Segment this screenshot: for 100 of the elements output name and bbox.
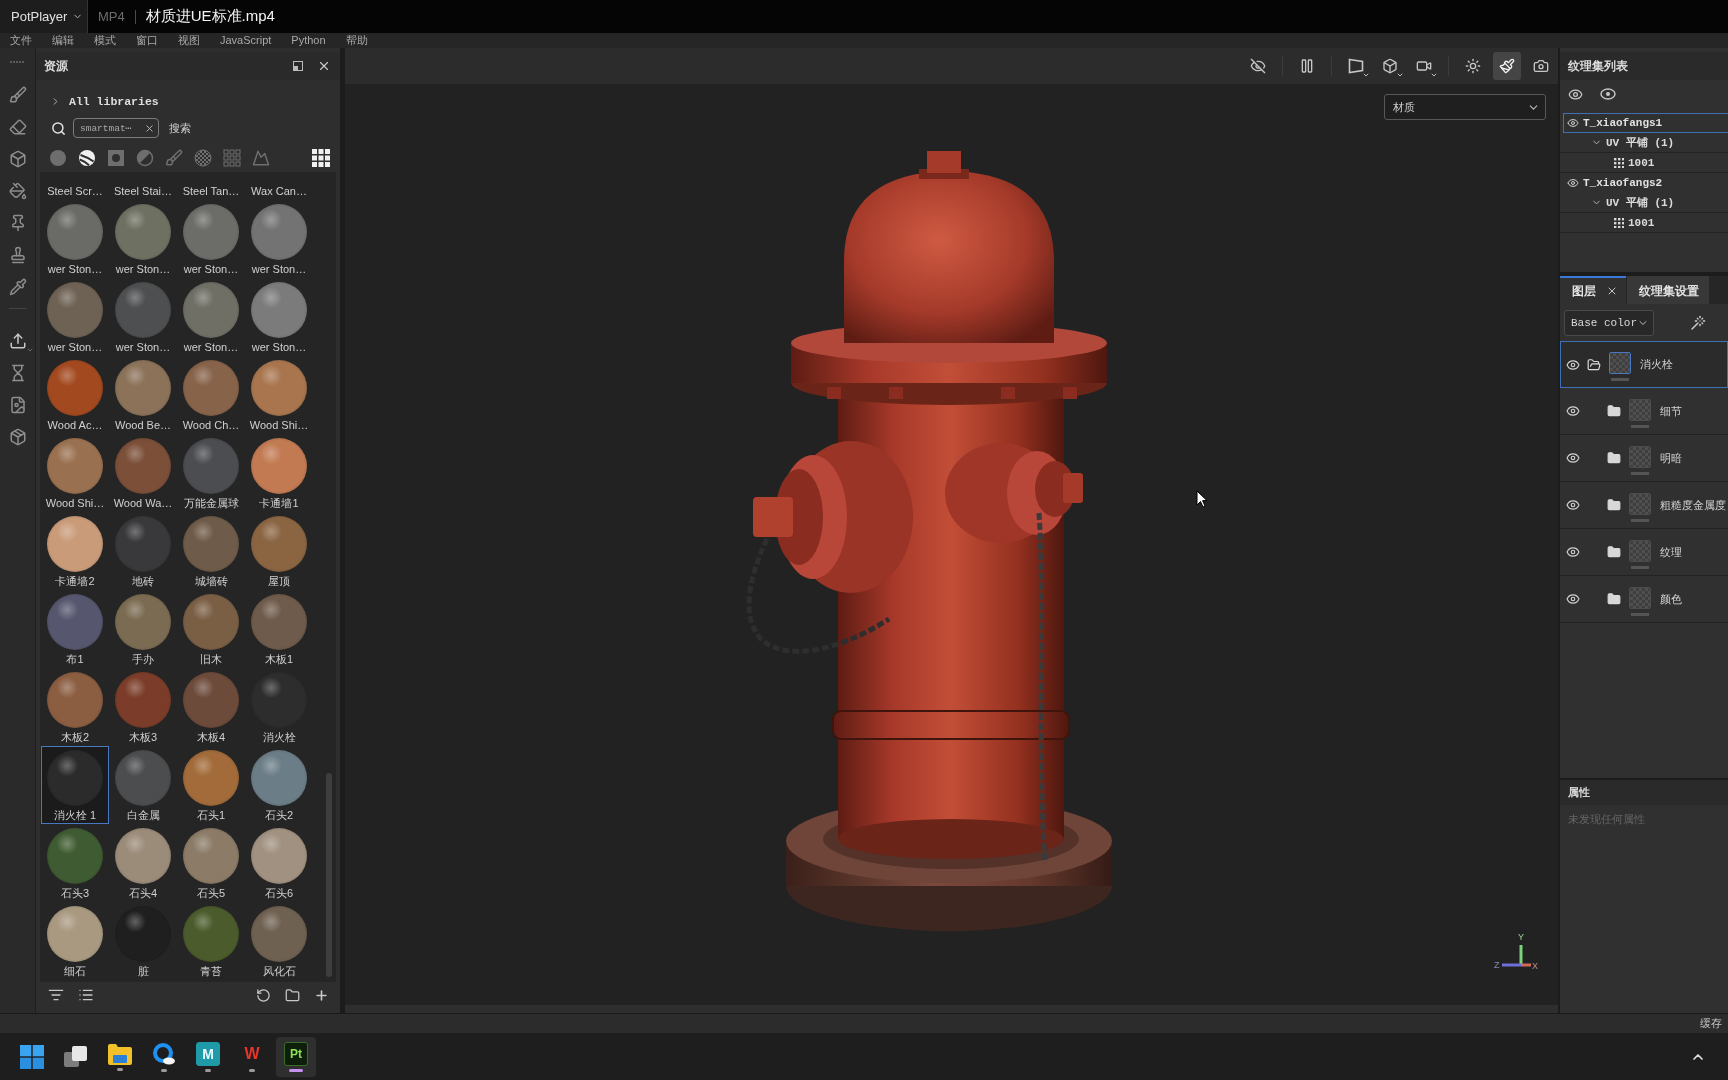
material-tile[interactable]: wer Ston… bbox=[109, 278, 177, 356]
material-tile[interactable]: 消火栓 bbox=[245, 668, 313, 746]
material-tile[interactable]: wer Ston… bbox=[245, 278, 313, 356]
eye-icon[interactable] bbox=[1566, 592, 1580, 606]
material-tile[interactable]: 卡通墙1 bbox=[245, 434, 313, 512]
tree-item[interactable]: 1001 bbox=[1560, 213, 1728, 233]
material-tile[interactable]: Wood Ac… bbox=[41, 356, 109, 434]
rotate-icon[interactable] bbox=[256, 987, 271, 1003]
material-tile[interactable]: Steel Stai… bbox=[109, 172, 177, 200]
layer-row[interactable]: 颜色 bbox=[1560, 576, 1728, 623]
eye-icon[interactable] bbox=[1567, 117, 1579, 129]
mode-dropdown[interactable]: 材质 bbox=[1384, 94, 1546, 120]
caret-icon[interactable] bbox=[25, 346, 34, 354]
material-tile[interactable]: 地砖 bbox=[109, 512, 177, 590]
grip-icon[interactable] bbox=[9, 60, 26, 64]
material-tile[interactable]: wer Ston… bbox=[177, 278, 245, 356]
paint-button[interactable] bbox=[1493, 52, 1521, 80]
layer-row[interactable]: 粗糙度金属度 bbox=[1560, 482, 1728, 529]
pipette-icon[interactable] bbox=[8, 278, 27, 296]
package-icon[interactable] bbox=[8, 428, 27, 446]
texture-set-item[interactable]: T_xiaofangs1 bbox=[1563, 113, 1728, 133]
tree-item[interactable]: UV 平铺 (1) bbox=[1560, 133, 1728, 153]
folder-icon[interactable] bbox=[1607, 404, 1621, 418]
material-tile[interactable]: Steel Tan… bbox=[177, 172, 245, 200]
texture-set-item[interactable]: T_xiaofangs2 bbox=[1563, 173, 1728, 193]
checkered-circle-icon[interactable] bbox=[194, 149, 212, 167]
close-icon[interactable] bbox=[1606, 285, 1618, 297]
brush-icon[interactable] bbox=[165, 149, 183, 167]
tree-item[interactable]: 1001 bbox=[1560, 153, 1728, 173]
material-tile[interactable]: 石头1 bbox=[177, 746, 245, 824]
eye-icon[interactable] bbox=[1566, 404, 1580, 418]
material-tile[interactable]: 石头2 bbox=[245, 746, 313, 824]
grid-view-icon[interactable] bbox=[312, 149, 330, 167]
material-tile[interactable]: 青苔 bbox=[177, 902, 245, 980]
material-tile[interactable]: Wood Ch… bbox=[177, 356, 245, 434]
eye-outline-icon[interactable] bbox=[1600, 88, 1616, 100]
panel-tab[interactable]: 图层 bbox=[1560, 276, 1626, 304]
menu-item[interactable]: JavaScript bbox=[220, 33, 272, 48]
plus-icon[interactable] bbox=[314, 987, 329, 1003]
material-tile[interactable]: wer Ston… bbox=[41, 200, 109, 278]
material-tile[interactable]: 细石 bbox=[41, 902, 109, 980]
menu-item[interactable]: 窗口 bbox=[136, 33, 158, 48]
clear-icon[interactable] bbox=[144, 122, 155, 134]
material-tile[interactable]: 石头5 bbox=[177, 824, 245, 902]
material-tile[interactable]: Wood Be… bbox=[109, 356, 177, 434]
cube-icon[interactable] bbox=[8, 150, 27, 168]
eraser-icon[interactable] bbox=[8, 118, 27, 136]
material-tile[interactable]: 屋顶 bbox=[245, 512, 313, 590]
material-tile[interactable]: wer Ston… bbox=[177, 200, 245, 278]
material-tile[interactable]: 木板4 bbox=[177, 668, 245, 746]
brush-icon[interactable] bbox=[8, 86, 27, 104]
menu-item[interactable]: 模式 bbox=[94, 33, 116, 48]
material-tile[interactable]: 消火栓 1 bbox=[41, 746, 109, 824]
list-icon[interactable] bbox=[78, 987, 94, 1003]
list-filter-icon[interactable] bbox=[48, 987, 64, 1003]
image-file-icon[interactable] bbox=[8, 396, 27, 414]
material-tile[interactable]: 手办 bbox=[109, 590, 177, 668]
material-tile[interactable]: wer Ston… bbox=[41, 278, 109, 356]
mountain-icon[interactable] bbox=[252, 149, 270, 167]
material-tile[interactable]: 白金属 bbox=[109, 746, 177, 824]
filled-circle-icon[interactable] bbox=[49, 149, 67, 167]
material-tile[interactable]: Wood Shi… bbox=[245, 356, 313, 434]
folder-icon[interactable] bbox=[1607, 498, 1621, 512]
scrollbar-thumb[interactable] bbox=[326, 773, 332, 977]
material-tile[interactable]: Wood Shi… bbox=[41, 434, 109, 512]
material-tile[interactable]: 石头3 bbox=[41, 824, 109, 902]
folder-icon[interactable] bbox=[1607, 545, 1621, 559]
folder-icon[interactable] bbox=[1607, 451, 1621, 465]
layer-row[interactable]: 消火栓 bbox=[1560, 341, 1728, 388]
striped-ball-icon[interactable] bbox=[78, 149, 96, 167]
menu-item[interactable]: 文件 bbox=[10, 33, 32, 48]
material-tile[interactable]: 石头4 bbox=[109, 824, 177, 902]
material-tile[interactable]: 万能金属球 bbox=[177, 434, 245, 512]
menu-item[interactable]: Python bbox=[291, 33, 326, 48]
half-circle-icon[interactable] bbox=[136, 149, 154, 167]
material-tile[interactable]: 布1 bbox=[41, 590, 109, 668]
panel-tab[interactable]: 纹理集设置 bbox=[1627, 276, 1709, 304]
taskbar-button[interactable]: W bbox=[232, 1036, 272, 1077]
layer-row[interactable]: 纹理 bbox=[1560, 529, 1728, 576]
taskbar-button[interactable]: Pt bbox=[276, 1036, 316, 1077]
material-tile[interactable]: Steel Scr… bbox=[41, 172, 109, 200]
eye-icon[interactable] bbox=[1566, 357, 1580, 372]
material-tile[interactable]: wer Ston… bbox=[109, 200, 177, 278]
menu-item[interactable]: 视图 bbox=[178, 33, 200, 48]
material-tile[interactable]: 卡通墙2 bbox=[41, 512, 109, 590]
layer-row[interactable]: 细节 bbox=[1560, 388, 1728, 435]
eye-icon[interactable] bbox=[1568, 86, 1583, 102]
eye-icon[interactable] bbox=[1566, 545, 1580, 559]
search-button[interactable]: 搜索 bbox=[169, 120, 191, 136]
folder-icon[interactable] bbox=[285, 987, 300, 1003]
menu-item[interactable]: 编辑 bbox=[52, 33, 74, 48]
material-tile[interactable]: 城墙砖 bbox=[177, 512, 245, 590]
stamp-icon[interactable] bbox=[8, 246, 27, 264]
material-tile[interactable]: 风化石 bbox=[245, 902, 313, 980]
eye-icon[interactable] bbox=[1567, 177, 1579, 189]
paint-bucket-icon[interactable] bbox=[8, 182, 27, 200]
menu-item[interactable]: 帮助 bbox=[345, 33, 368, 48]
folder-icon[interactable] bbox=[1607, 592, 1621, 606]
material-tile[interactable]: 木板3 bbox=[109, 668, 177, 746]
search-field[interactable]: smartmat⋯ bbox=[73, 118, 159, 138]
